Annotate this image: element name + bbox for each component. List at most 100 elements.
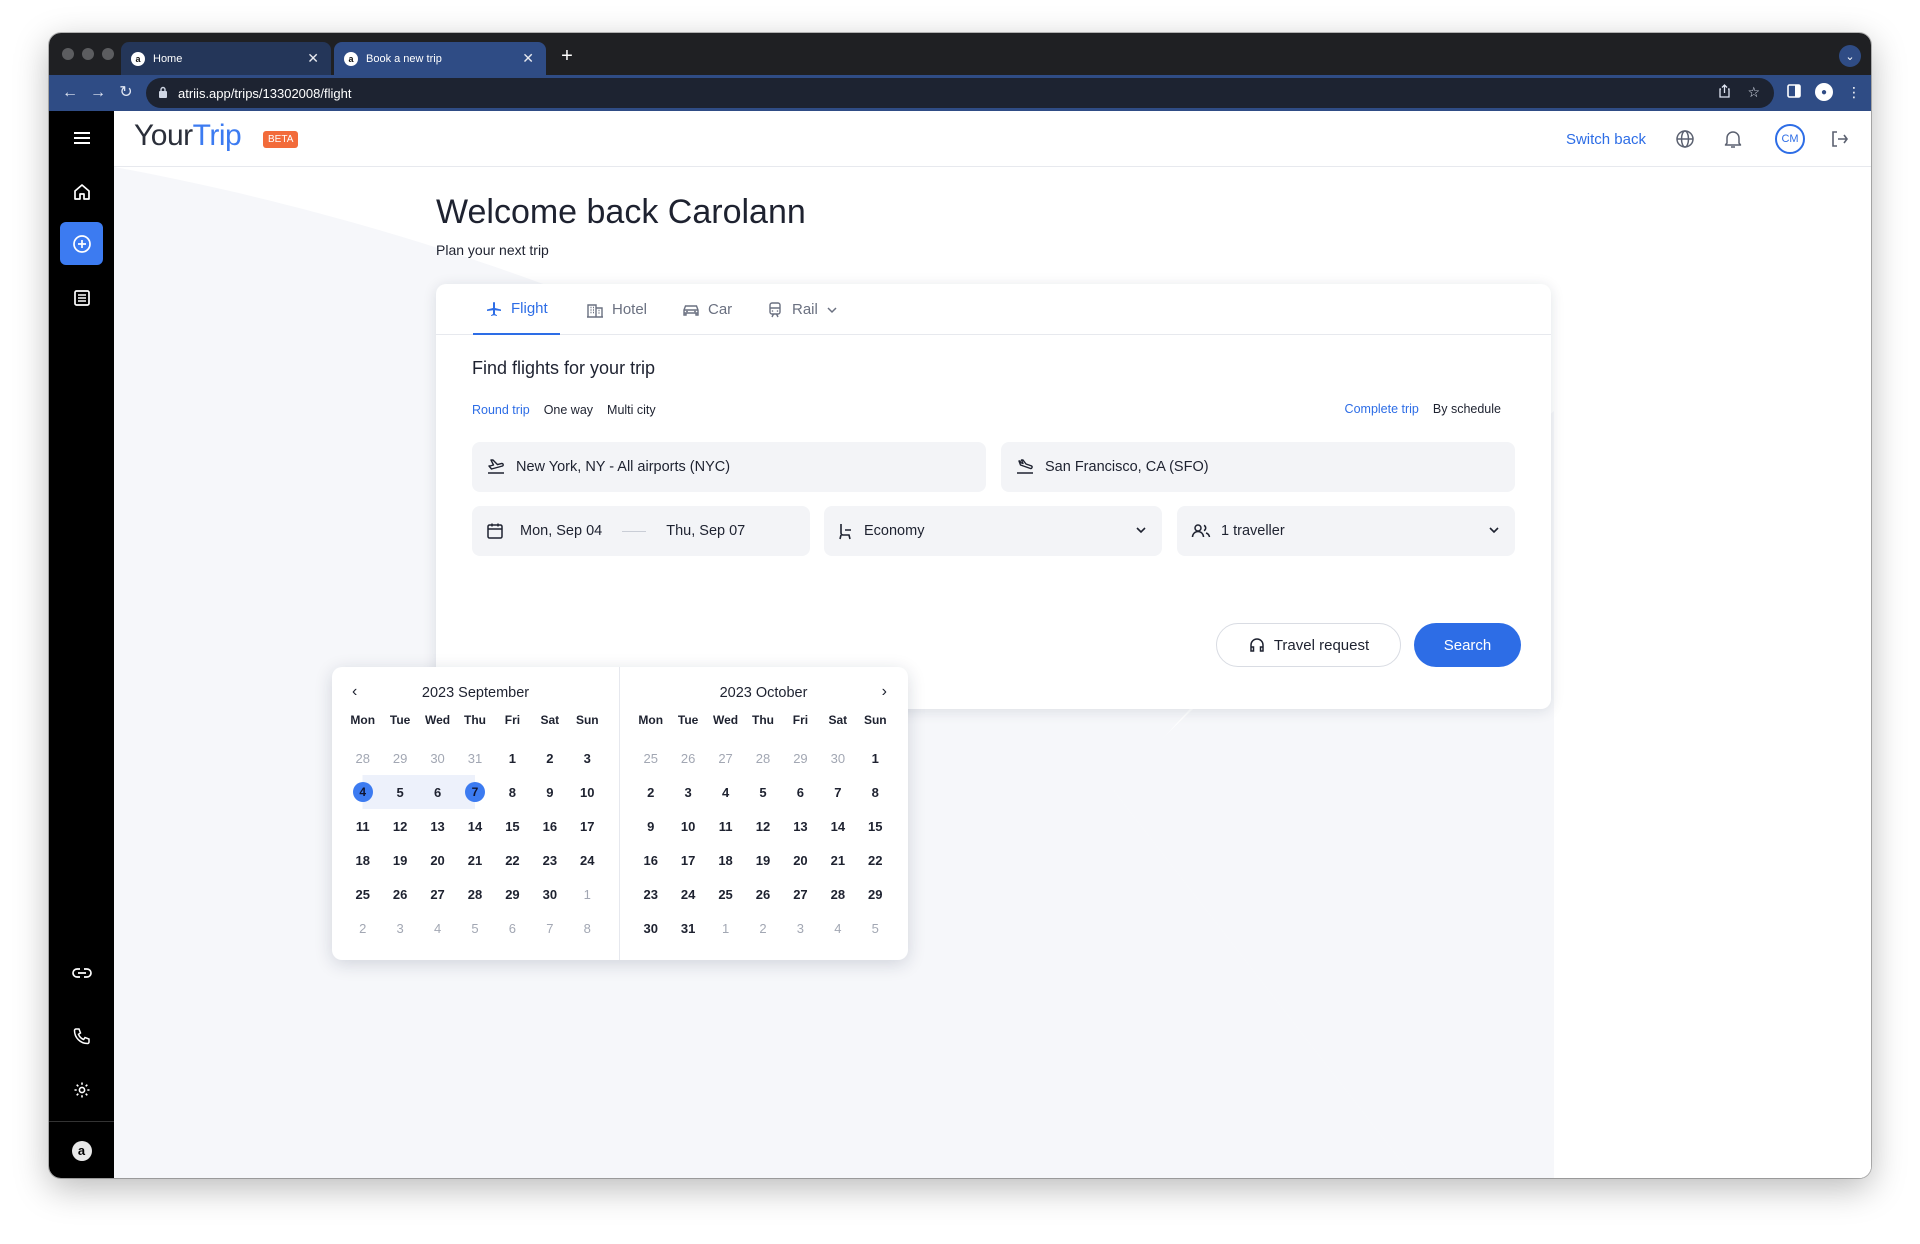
depart-date-value[interactable]: Mon, Sep 04 <box>520 523 602 539</box>
back-arrow-icon[interactable]: ← <box>59 82 81 104</box>
date-range-field[interactable]: Mon, Sep 04 Thu, Sep 07 <box>472 506 810 556</box>
browser-profile-icon[interactable]: ● <box>1815 83 1833 101</box>
calendar-day[interactable]: 24 <box>569 843 606 877</box>
calendar-day[interactable]: 1 <box>707 911 744 945</box>
calendar-day[interactable]: 16 <box>632 843 669 877</box>
add-trip-icon[interactable] <box>60 222 103 265</box>
calendar-day[interactable]: 15 <box>494 809 531 843</box>
calendar-day[interactable]: 2 <box>344 911 381 945</box>
bookmark-star-icon[interactable]: ☆ <box>1747 84 1760 101</box>
switch-back-link[interactable]: Switch back <box>1566 131 1646 148</box>
destination-field[interactable]: San Francisco, CA (SFO) <box>1001 442 1515 492</box>
trip-type-multi-city[interactable]: Multi city <box>607 403 656 417</box>
yourtrip-logo[interactable]: YourTrip <box>134 119 242 153</box>
calendar-day[interactable]: 31 <box>669 911 706 945</box>
calendar-day[interactable]: 6 <box>494 911 531 945</box>
calendar-day[interactable]: 8 <box>494 775 531 809</box>
calendar-day[interactable]: 5 <box>456 911 493 945</box>
calendar-day[interactable]: 5 <box>744 775 781 809</box>
trip-type-one-way[interactable]: One way <box>544 403 593 417</box>
calendar-day[interactable]: 21 <box>456 843 493 877</box>
calendar-day[interactable]: 26 <box>381 877 418 911</box>
calendar-day[interactable]: 7 <box>531 911 568 945</box>
calendar-day[interactable]: 5 <box>857 911 894 945</box>
calendar-day[interactable]: 3 <box>569 741 606 775</box>
calendar-day[interactable]: 18 <box>344 843 381 877</box>
minimize-window-button[interactable] <box>82 48 94 60</box>
calendar-day[interactable]: 13 <box>782 809 819 843</box>
tab-flight[interactable]: Flight <box>473 284 560 335</box>
calendar-day[interactable]: 2 <box>531 741 568 775</box>
calendar-day[interactable]: 3 <box>669 775 706 809</box>
link-icon[interactable] <box>60 951 103 994</box>
calendar-day[interactable]: 5 <box>381 775 419 809</box>
calendar-day[interactable]: 3 <box>381 911 418 945</box>
calendar-day[interactable]: 25 <box>344 877 381 911</box>
calendar-day[interactable]: 25 <box>707 877 744 911</box>
calendar-day[interactable]: 30 <box>632 911 669 945</box>
calendar-day[interactable]: 20 <box>419 843 456 877</box>
calendar-day[interactable]: 12 <box>381 809 418 843</box>
calendar-day[interactable]: 19 <box>744 843 781 877</box>
tab-close-icon[interactable]: ✕ <box>522 50 534 67</box>
calendar-day[interactable]: 4 <box>707 775 744 809</box>
calendar-day[interactable]: 12 <box>744 809 781 843</box>
calendar-day[interactable]: 15 <box>857 809 894 843</box>
calendar-day[interactable]: 18 <box>707 843 744 877</box>
origin-field[interactable]: New York, NY - All airports (NYC) <box>472 442 986 492</box>
calendar-day[interactable]: 11 <box>344 809 381 843</box>
calendar-day[interactable]: 30 <box>419 741 456 775</box>
calendar-day[interactable]: 7 <box>819 775 856 809</box>
calendar-day[interactable]: 11 <box>707 809 744 843</box>
calendar-day[interactable]: 2 <box>744 911 781 945</box>
calendar-day[interactable]: 8 <box>569 911 606 945</box>
close-window-button[interactable] <box>62 48 74 60</box>
tab-rail[interactable]: Rail <box>766 284 838 335</box>
calendar-day[interactable]: 24 <box>669 877 706 911</box>
tab-hotel[interactable]: Hotel <box>586 284 647 335</box>
calendar-day[interactable]: 29 <box>381 741 418 775</box>
calendar-day[interactable]: 8 <box>857 775 894 809</box>
calendar-day[interactable]: 26 <box>744 877 781 911</box>
calendar-day[interactable]: 19 <box>381 843 418 877</box>
calendar-day[interactable]: 2 <box>632 775 669 809</box>
home-icon[interactable] <box>60 170 103 213</box>
travel-request-button[interactable]: Travel request <box>1216 623 1401 667</box>
calendar-day[interactable]: 23 <box>632 877 669 911</box>
mode-complete-trip[interactable]: Complete trip <box>1345 402 1419 416</box>
calendar-day[interactable]: 20 <box>782 843 819 877</box>
calendar-day[interactable]: 22 <box>857 843 894 877</box>
calendar-day[interactable]: 14 <box>456 809 493 843</box>
calendar-day[interactable]: 29 <box>857 877 894 911</box>
calendar-day[interactable]: 10 <box>569 775 606 809</box>
share-icon[interactable] <box>1718 84 1731 101</box>
calendar-day[interactable]: 28 <box>344 741 381 775</box>
calendar-day[interactable]: 23 <box>531 843 568 877</box>
settings-icon[interactable] <box>60 1068 103 1111</box>
calendar-day[interactable]: 13 <box>419 809 456 843</box>
new-tab-button[interactable]: + <box>557 46 577 67</box>
side-panel-icon[interactable] <box>1787 83 1801 101</box>
calendar-day[interactable]: 1 <box>494 741 531 775</box>
reload-icon[interactable]: ↻ <box>115 82 137 104</box>
tab-search-button[interactable]: ⌄ <box>1839 45 1861 67</box>
calendar-day[interactable]: 30 <box>819 741 856 775</box>
calendar-day[interactable]: 3 <box>782 911 819 945</box>
calendar-day[interactable]: 28 <box>744 741 781 775</box>
calendar-day[interactable]: 1 <box>857 741 894 775</box>
globe-icon[interactable] <box>1673 127 1697 151</box>
calendar-day[interactable]: 16 <box>531 809 568 843</box>
calendar-day[interactable]: 6 <box>782 775 819 809</box>
calendar-day[interactable]: 27 <box>782 877 819 911</box>
tab-close-icon[interactable]: ✕ <box>307 50 319 67</box>
calendar-day[interactable]: 21 <box>819 843 856 877</box>
calendar-day[interactable]: 28 <box>819 877 856 911</box>
calendar-day[interactable]: 9 <box>531 775 568 809</box>
calendar-day[interactable]: 1 <box>569 877 606 911</box>
forward-arrow-icon[interactable]: → <box>87 82 109 104</box>
calendar-day[interactable]: 29 <box>782 741 819 775</box>
return-date-value[interactable]: Thu, Sep 07 <box>666 523 745 539</box>
calendar-day[interactable]: 9 <box>632 809 669 843</box>
calendar-day[interactable]: 17 <box>569 809 606 843</box>
logout-icon[interactable] <box>1827 127 1851 151</box>
